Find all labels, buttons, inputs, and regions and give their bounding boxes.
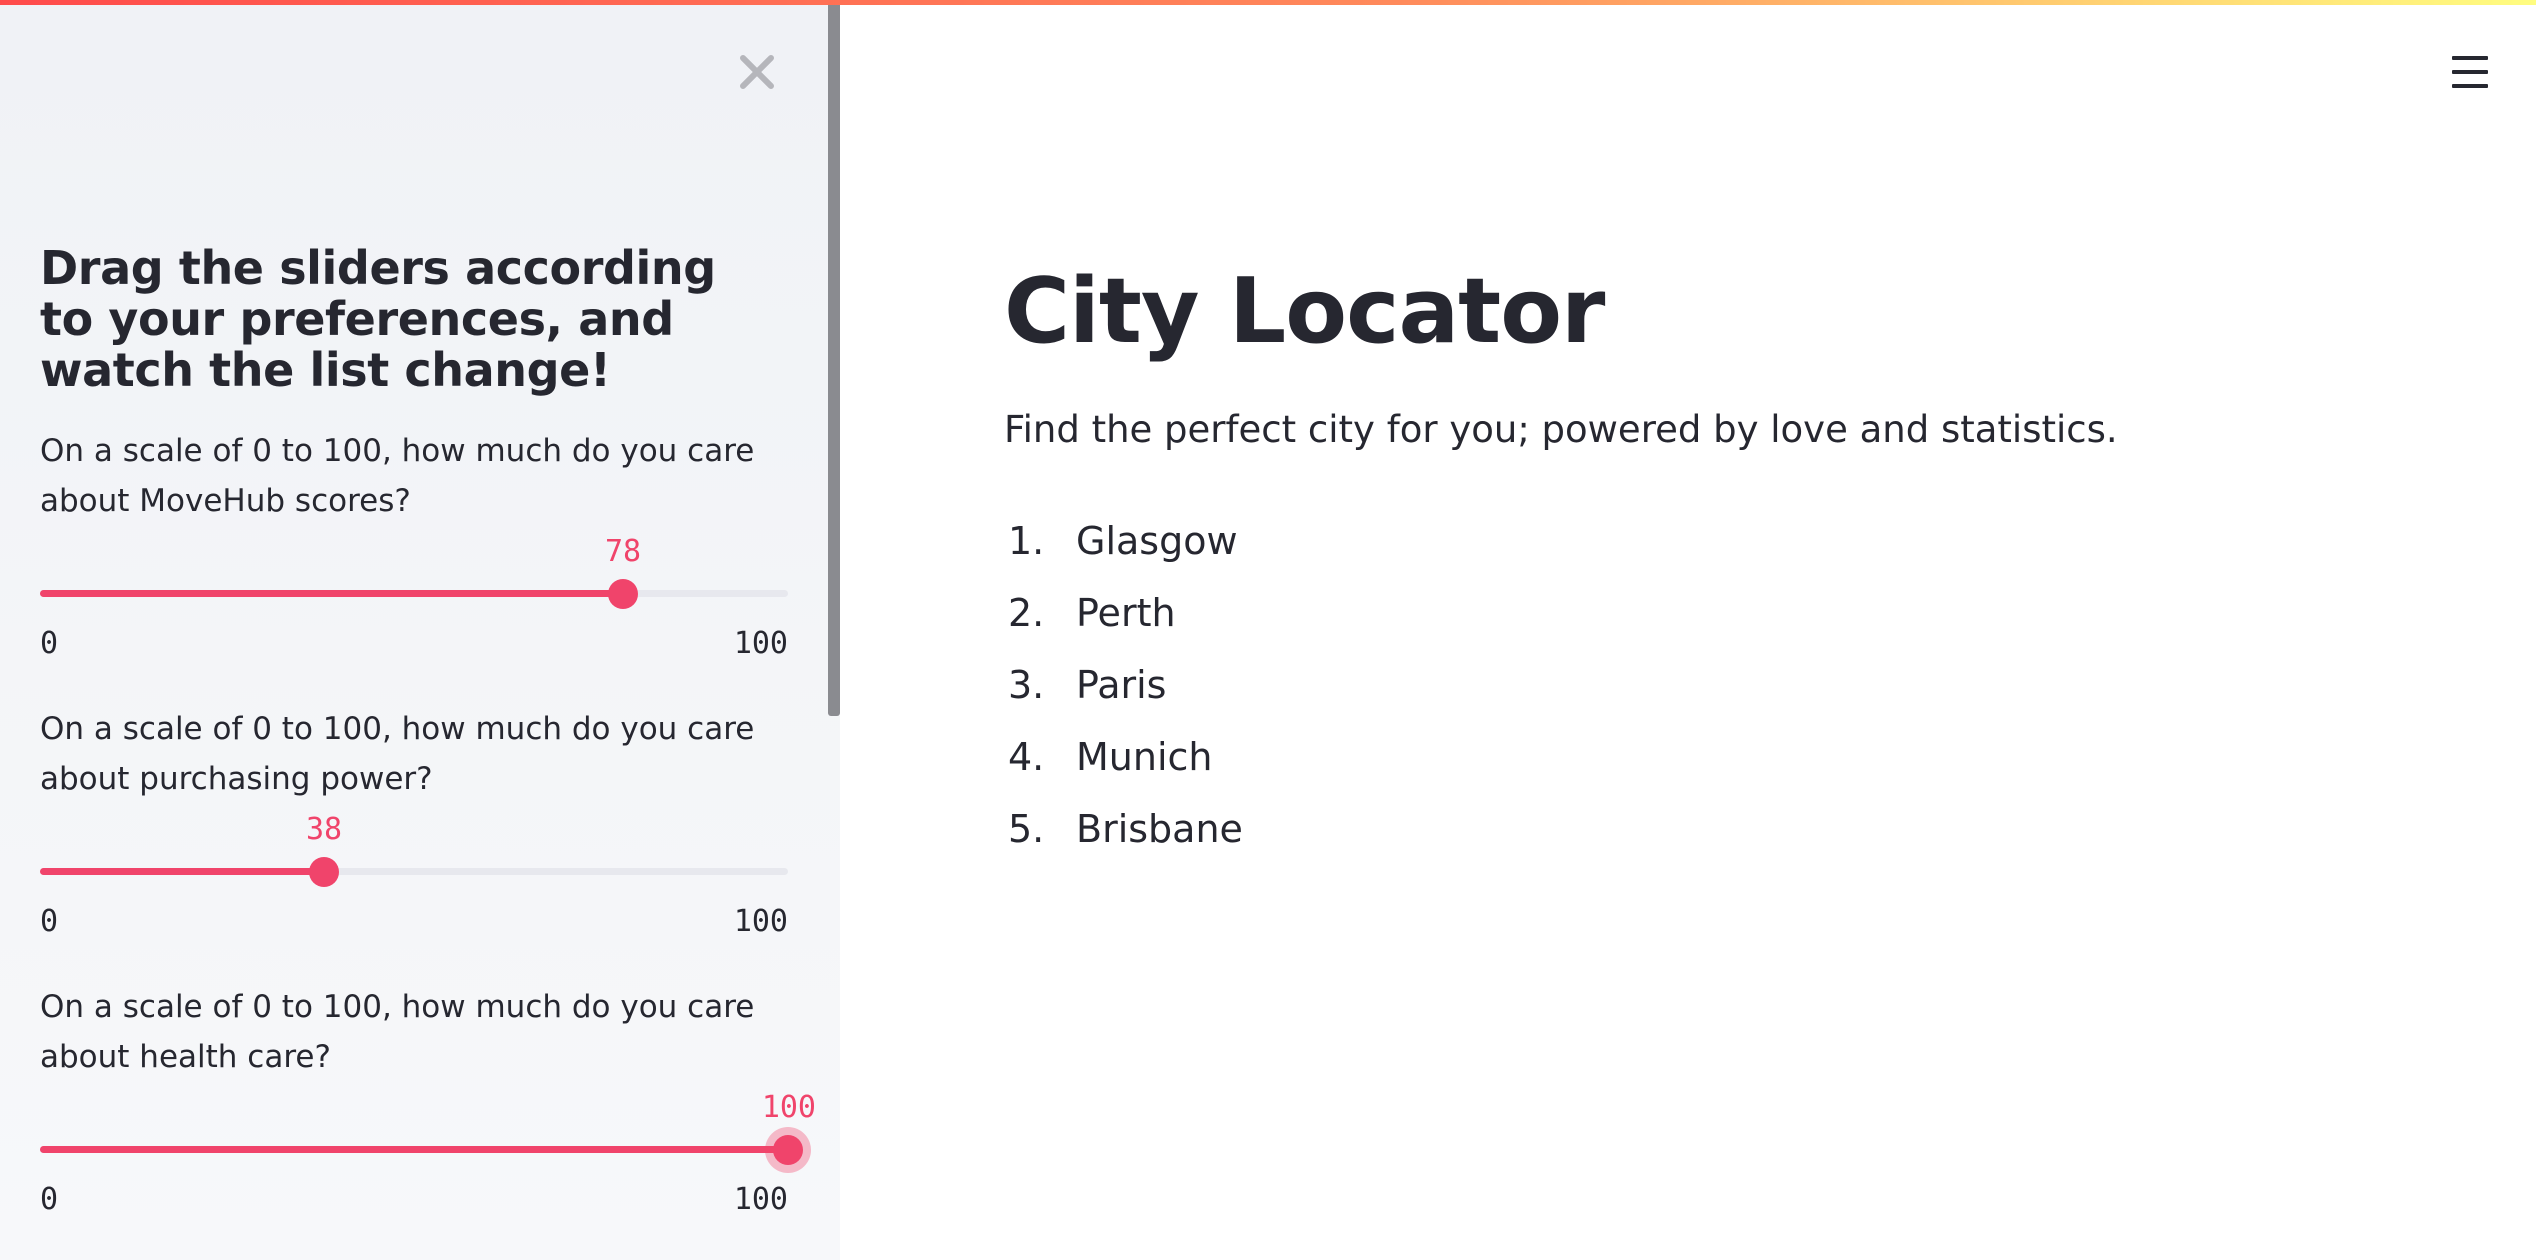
slider-track-fill bbox=[40, 1146, 788, 1153]
slider-thumb[interactable] bbox=[309, 857, 339, 887]
slider-movehub[interactable]: 78 0 100 bbox=[40, 534, 788, 661]
slider-purchasing-power[interactable]: 38 0 100 bbox=[40, 812, 788, 939]
hamburger-icon[interactable] bbox=[2452, 54, 2488, 90]
list-item-city: Paris bbox=[1076, 663, 1167, 707]
top-decoration-bar bbox=[0, 0, 2536, 5]
list-item-rank: 5. bbox=[1008, 807, 1045, 851]
slider-value: 100 bbox=[761, 1090, 816, 1125]
slider-track[interactable] bbox=[40, 868, 788, 875]
sidebar-title: Drag the sliders according to your prefe… bbox=[40, 241, 716, 397]
close-icon[interactable] bbox=[737, 52, 777, 92]
list-item-rank: 4. bbox=[1008, 735, 1045, 779]
slider-min-label: 0 bbox=[40, 1182, 59, 1217]
slider-label-health-care: On a scale of 0 to 100, how much do you … bbox=[40, 989, 755, 1075]
list-item-city: Glasgow bbox=[1076, 519, 1238, 563]
slider-thumb[interactable] bbox=[773, 1135, 803, 1165]
sidebar-scrollbar[interactable] bbox=[828, 5, 840, 716]
slider-track[interactable] bbox=[40, 1146, 788, 1153]
list-item-city: Munich bbox=[1076, 735, 1213, 779]
list-item-city: Brisbane bbox=[1076, 807, 1243, 851]
slider-max-label: 100 bbox=[733, 1182, 788, 1217]
list-item-city: Perth bbox=[1076, 591, 1176, 635]
slider-track[interactable] bbox=[40, 590, 788, 597]
list-item-rank: 2. bbox=[1008, 591, 1045, 635]
slider-label-purchasing-power: On a scale of 0 to 100, how much do you … bbox=[40, 711, 755, 797]
slider-max-label: 100 bbox=[733, 904, 788, 939]
slider-value: 38 bbox=[305, 812, 343, 847]
list-item-rank: 1. bbox=[1008, 519, 1045, 563]
slider-value: 78 bbox=[604, 534, 642, 569]
slider-health-care[interactable]: 100 0 100 bbox=[40, 1090, 816, 1217]
page-subtitle: Find the perfect city for you; powered b… bbox=[1004, 408, 2118, 451]
slider-label-movehub: On a scale of 0 to 100, how much do you … bbox=[40, 433, 755, 519]
page-title: City Locator bbox=[1004, 259, 1605, 364]
slider-min-label: 0 bbox=[40, 904, 59, 939]
slider-track-fill bbox=[40, 590, 623, 597]
list-item-rank: 3. bbox=[1008, 663, 1045, 707]
slider-max-label: 100 bbox=[733, 626, 788, 661]
slider-thumb[interactable] bbox=[608, 579, 638, 609]
sidebar: Drag the sliders according to your prefe… bbox=[0, 0, 840, 1260]
slider-track-fill bbox=[40, 868, 324, 875]
slider-min-label: 0 bbox=[40, 626, 59, 661]
